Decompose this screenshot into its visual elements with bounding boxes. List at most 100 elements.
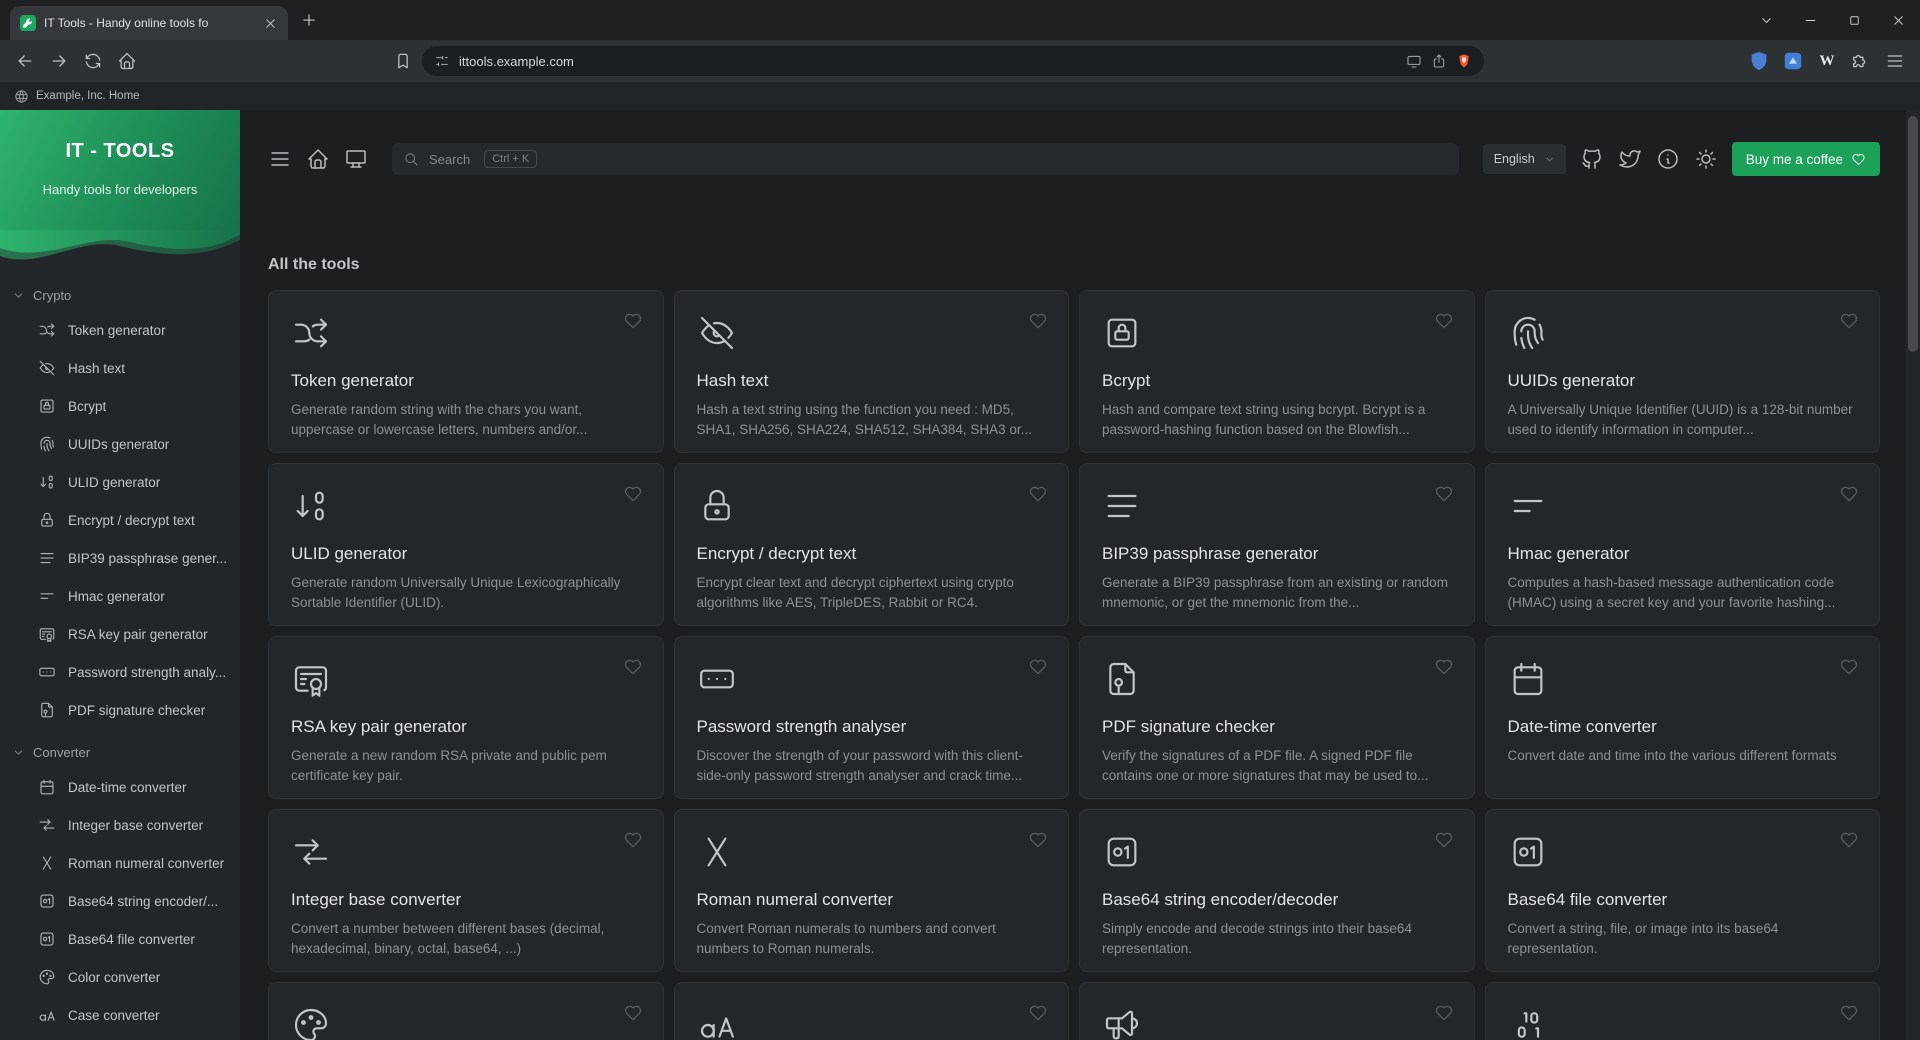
tool-card[interactable]: BIP39 passphrase generator Generate a BI… (1079, 463, 1475, 626)
sidebar-item-label: BIP39 passphrase gener... (68, 550, 228, 566)
url-text[interactable]: ittools.example.com (459, 54, 1397, 69)
favorite-heart-icon[interactable] (623, 830, 643, 850)
sidebar-item[interactable]: BIP39 passphrase gener... (0, 539, 240, 577)
tool-card[interactable]: Bcrypt Hash and compare text string usin… (1079, 290, 1475, 453)
extension-puzzle-icon[interactable] (1850, 50, 1872, 72)
favorite-heart-icon[interactable] (1434, 311, 1454, 331)
forward-button[interactable] (44, 46, 74, 76)
favorite-heart-icon[interactable] (1434, 1003, 1454, 1023)
sidebar-item[interactable]: Roman numeral converter (0, 844, 240, 882)
tool-card[interactable] (268, 982, 664, 1040)
screen-share-icon[interactable] (1406, 53, 1422, 69)
sidebar-item[interactable]: Integer base converter (0, 806, 240, 844)
tool-card[interactable]: Base64 string encoder/decoder Simply enc… (1079, 809, 1475, 972)
extension-wikipedia-icon[interactable]: W (1816, 50, 1838, 72)
app-window: IT - TOOLS Handy tools for developers Cr… (0, 110, 1920, 1040)
tool-card[interactable]: ULID generator Generate random Universal… (268, 463, 664, 626)
tool-card[interactable]: Integer base converter Convert a number … (268, 809, 664, 972)
favorite-heart-icon[interactable] (1839, 311, 1859, 331)
tool-card[interactable]: Date-time converter Convert date and tim… (1484, 636, 1880, 799)
new-tab-button[interactable] (296, 7, 322, 33)
sidebar-item[interactable]: Date-time converter (0, 768, 240, 806)
tool-card[interactable] (1079, 982, 1475, 1040)
github-icon[interactable] (1580, 147, 1604, 171)
sidebar-toggle-icon[interactable] (268, 147, 292, 171)
favorite-heart-icon[interactable] (1028, 830, 1048, 850)
sidebar-item[interactable]: Hash text (0, 349, 240, 387)
sidebar-item[interactable]: Color converter (0, 958, 240, 996)
extension-blue-icon[interactable] (1782, 50, 1804, 72)
sidebar-item[interactable]: Base64 file converter (0, 920, 240, 958)
tool-card[interactable]: Roman numeral converter Convert Roman nu… (673, 809, 1069, 972)
favorite-heart-icon[interactable] (1839, 484, 1859, 504)
back-button[interactable] (10, 46, 40, 76)
tool-card[interactable]: RSA key pair generator Generate a new ra… (268, 636, 664, 799)
sidebar-item-icon (38, 435, 56, 453)
reload-button[interactable] (78, 46, 108, 76)
buy-me-a-coffee-button[interactable]: Buy me a coffee (1731, 142, 1880, 176)
tab-close-icon[interactable] (263, 16, 278, 31)
window-close-button[interactable] (1876, 0, 1920, 40)
sidebar-item[interactable]: UUIDs generator (0, 425, 240, 463)
favorite-heart-icon[interactable] (1434, 657, 1454, 677)
display-icon[interactable] (344, 147, 368, 171)
sidebar-item[interactable]: Encrypt / decrypt text (0, 501, 240, 539)
sidebar-item[interactable]: Hmac generator (0, 577, 240, 615)
bookmark-page-icon[interactable] (388, 46, 418, 76)
browser-menu-icon[interactable] (1880, 46, 1910, 76)
site-settings-icon[interactable] (434, 53, 450, 69)
tool-card[interactable]: Password strength analyser Discover the … (673, 636, 1069, 799)
favorite-heart-icon[interactable] (623, 1003, 643, 1023)
sidebar-item[interactable]: ULID generator (0, 463, 240, 501)
tool-card[interactable]: PDF signature checker Verify the signatu… (1079, 636, 1475, 799)
scrollbar-thumb[interactable] (1908, 116, 1918, 352)
sidebar-item[interactable]: Case converter (0, 996, 240, 1034)
extension-shield-icon[interactable] (1748, 50, 1770, 72)
tool-card[interactable]: Token generator Generate random string w… (268, 290, 664, 453)
window-maximize-button[interactable] (1832, 0, 1876, 40)
language-select[interactable]: English (1482, 144, 1566, 174)
about-info-icon[interactable] (1656, 147, 1680, 171)
favorite-heart-icon[interactable] (623, 311, 643, 331)
twitter-icon[interactable] (1618, 147, 1642, 171)
sidebar-section-header[interactable]: Converter (0, 729, 240, 768)
tool-card[interactable]: UUIDs generator A Universally Unique Ide… (1484, 290, 1880, 453)
address-bar[interactable]: ittools.example.com (422, 46, 1484, 76)
favorite-heart-icon[interactable] (1028, 1003, 1048, 1023)
app-home-icon[interactable] (306, 147, 330, 171)
share-icon[interactable] (1431, 53, 1447, 69)
tool-card[interactable] (673, 982, 1069, 1040)
sidebar-item[interactable]: Bcrypt (0, 387, 240, 425)
scrollbar-track[interactable] (1906, 110, 1920, 1040)
favorite-heart-icon[interactable] (1434, 484, 1454, 504)
theme-toggle-sun-icon[interactable] (1694, 147, 1718, 171)
tab-search-button[interactable] (1744, 0, 1788, 40)
sidebar-brand[interactable]: IT - TOOLS Handy tools for developers (0, 110, 240, 272)
favorite-heart-icon[interactable] (1434, 830, 1454, 850)
window-minimize-button[interactable] (1788, 0, 1832, 40)
bookmark-item[interactable]: Example, Inc. Home (14, 89, 140, 104)
favorite-heart-icon[interactable] (1028, 311, 1048, 331)
sidebar-section-header[interactable]: Crypto (0, 272, 240, 311)
sidebar-item[interactable]: Password strength analy... (0, 653, 240, 691)
browser-home-button[interactable] (112, 46, 142, 76)
favorite-heart-icon[interactable] (1028, 657, 1048, 677)
sidebar-item[interactable]: Base64 string encoder/... (0, 882, 240, 920)
search-input[interactable]: Search Ctrl + K (392, 143, 1459, 175)
favorite-heart-icon[interactable] (1839, 830, 1859, 850)
brave-shield-icon[interactable] (1456, 53, 1472, 69)
browser-tab[interactable]: IT Tools - Handy online tools fo (10, 6, 288, 40)
tool-card[interactable]: Encrypt / decrypt text Encrypt clear tex… (673, 463, 1069, 626)
favorite-heart-icon[interactable] (623, 657, 643, 677)
favorite-heart-icon[interactable] (623, 484, 643, 504)
tool-card[interactable]: Base64 file converter Convert a string, … (1484, 809, 1880, 972)
favorite-heart-icon[interactable] (1028, 484, 1048, 504)
favorite-heart-icon[interactable] (1839, 1003, 1859, 1023)
tool-card[interactable]: Hash text Hash a text string using the f… (673, 290, 1069, 453)
favorite-heart-icon[interactable] (1839, 657, 1859, 677)
sidebar-item[interactable]: PDF signature checker (0, 691, 240, 729)
sidebar-item[interactable]: Token generator (0, 311, 240, 349)
tool-card[interactable] (1484, 982, 1880, 1040)
sidebar-item[interactable]: RSA key pair generator (0, 615, 240, 653)
tool-card[interactable]: Hmac generator Computes a hash-based mes… (1484, 463, 1880, 626)
